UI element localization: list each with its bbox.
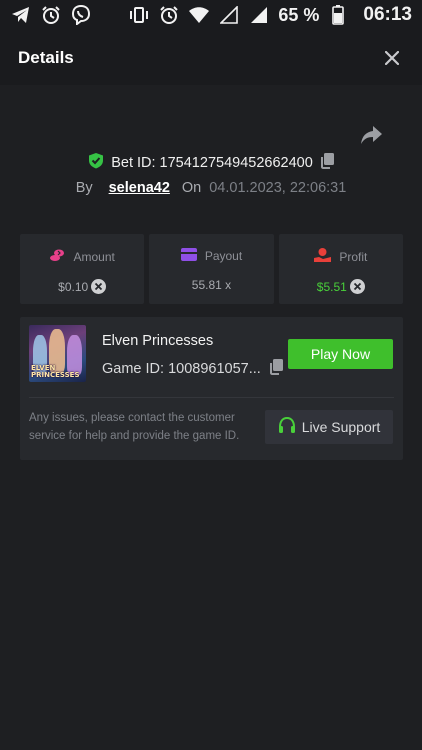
signal-icon [248,4,270,26]
share-icon [361,126,382,144]
close-icon [385,50,399,65]
stat-payout: Payout 55.81 x [149,234,274,304]
game-card: ELVEN PRINCESSES Elven Princesses Game I… [20,317,403,460]
bet-id-row: Bet ID: 1754127549452662400 [0,152,422,173]
stat-label: Profit [339,249,368,264]
status-bar: 65 % 06:13 [0,0,422,30]
copy-icon [320,152,334,169]
stat-label: Payout [204,249,243,263]
game-thumbnail[interactable]: ELVEN PRINCESSES [29,325,86,382]
copy-bet-id-button[interactable] [320,152,334,173]
stat-value: $0.10 [58,279,89,294]
battery-icon [327,4,349,26]
clock: 06:13 [363,4,412,25]
play-now-button[interactable]: Play Now [288,339,393,369]
copy-game-id-button[interactable] [269,359,283,379]
divider [29,397,394,398]
viber-icon [70,4,92,26]
by-label: By [75,180,93,196]
stat-value: $5.51 [316,279,347,294]
game-name: Elven Princesses [102,333,214,349]
coins-icon [49,248,65,265]
on-label: On [181,180,202,196]
details-header: Details [0,30,422,85]
stat-value: 55.81 x [191,278,232,292]
game-id: Game ID: 1008961057... [102,361,261,377]
telegram-icon [10,4,32,26]
live-support-label: Live Support [301,419,381,435]
bet-stats: Amount $0.10 Payout 55.81 x Profit $5.51 [20,234,403,304]
page-title: Details [18,47,74,67]
share-button[interactable] [360,124,384,146]
bet-meta-row: By selena42 On 04.01.2023, 22:06:31 [0,180,422,196]
stat-label: Amount [73,249,115,264]
username-link[interactable]: selena42 [109,180,170,196]
close-button[interactable] [380,46,404,70]
currency-badge-icon [91,279,107,294]
alarm-icon [158,4,180,26]
card-icon [180,248,197,264]
profit-icon [314,248,332,265]
shield-check-icon [88,152,104,173]
game-id-row: Game ID: 1008961057... [102,359,283,379]
stat-amount: Amount $0.10 [20,234,145,304]
battery-percent: 65 % [278,4,320,25]
headset-icon [278,416,296,437]
bet-date: 04.01.2023, 22:06:31 [209,180,347,196]
wifi-icon [188,4,210,26]
alarm-icon [40,4,62,26]
live-support-button[interactable]: Live Support [265,410,393,444]
currency-badge-icon [349,279,365,294]
stat-profit: Profit $5.51 [278,234,403,304]
support-message: Any issues, please contact the customer … [29,412,240,442]
bet-id: Bet ID: 1754127549452662400 [111,154,313,171]
vibrate-icon [128,4,150,26]
signal-icon [218,4,240,26]
copy-icon [269,359,283,375]
game-thumbnail-title: ELVEN PRINCESSES [31,364,80,379]
